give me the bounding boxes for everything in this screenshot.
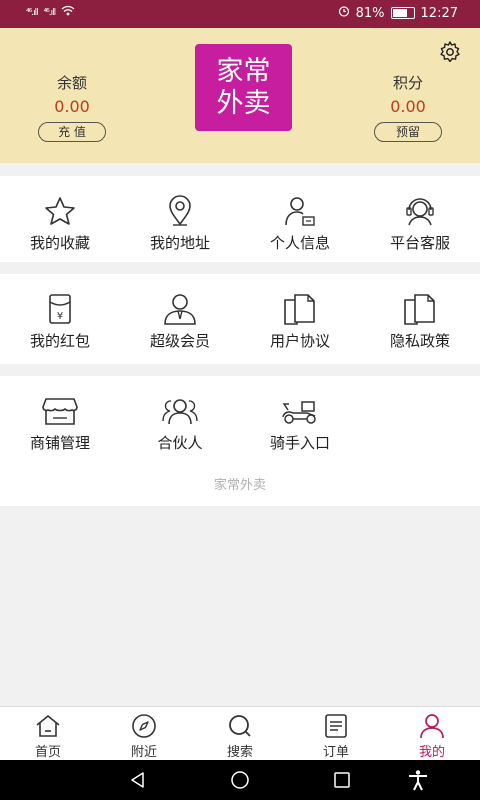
footer-brand-note: 家常外卖 (213, 478, 266, 493)
menu-item-label: 超级会员 (149, 332, 210, 350)
tab-label: 附近 (130, 745, 157, 760)
headset-icon (360, 194, 480, 228)
menu-item-label: 个人信息 (269, 234, 330, 252)
system-nav-bar (0, 760, 480, 800)
back-icon[interactable] (126, 769, 150, 791)
accessibility-icon[interactable] (406, 769, 430, 791)
menu-item-label: 商铺管理 (29, 434, 90, 452)
menu-item-label: 我的收藏 (29, 234, 90, 252)
profile-icon (384, 713, 480, 739)
compass-icon (96, 713, 192, 739)
wifi-icon (61, 5, 75, 20)
menu-item-personal-info[interactable]: 个人信息 (240, 194, 360, 253)
recents-square-icon[interactable] (330, 769, 354, 791)
document-icon (240, 292, 360, 326)
status-bar: ⁴⁶.ıll ⁴⁶.ıll 81% 12:27 (0, 0, 480, 28)
svg-text:¥: ¥ (57, 311, 63, 322)
menu-item-user-agreement[interactable]: 用户协议 (240, 292, 360, 351)
tab-label: 首页 (34, 745, 61, 760)
bottom-tab-bar: 首页 附近 搜索 订单 我的 (0, 706, 480, 761)
vip-member-icon (120, 292, 240, 326)
points-value: 0.00 (390, 97, 426, 116)
menu-item-label: 我的红包 (29, 332, 90, 350)
location-pin-icon (120, 194, 240, 228)
menu-section-1: 我的收藏 我的地址 个人信息 平台客服 (0, 176, 480, 262)
menu-item-label: 骑手入口 (269, 434, 330, 452)
account-header: 余额 0.00 充 值 家常 外卖 积分 0.00 预留 (0, 28, 480, 163)
battery-icon (390, 7, 415, 19)
settings-gear-icon[interactable] (438, 40, 462, 64)
order-list-icon (288, 713, 384, 739)
menu-section-3: 商铺管理 合伙人 骑手入口 家常外卖 (0, 376, 480, 506)
logo-line-2: 外卖 (216, 87, 271, 119)
search-icon (192, 713, 288, 739)
recharge-button[interactable]: 充 值 (38, 122, 106, 142)
home-icon (0, 713, 96, 739)
balance-block: 余额 0.00 充 值 (17, 72, 127, 142)
reserve-button[interactable]: 预留 (374, 122, 442, 142)
user-card-icon (240, 194, 360, 228)
balance-value: 0.00 (54, 97, 90, 116)
document-icon (360, 292, 480, 326)
alarm-icon (338, 5, 350, 21)
menu-item-super-vip[interactable]: 超级会员 (120, 292, 240, 351)
tab-orders[interactable]: 订单 (288, 713, 384, 760)
menu-item-partner[interactable]: 合伙人 (120, 394, 240, 453)
partners-icon (120, 394, 240, 428)
tab-label: 搜索 (226, 745, 253, 760)
balance-label: 余额 (56, 74, 87, 92)
menu-item-label: 合伙人 (157, 434, 203, 452)
scooter-icon (240, 394, 360, 428)
tab-nearby[interactable]: 附近 (96, 713, 192, 760)
tab-label: 我的 (418, 745, 445, 760)
menu-section-2: ¥ 我的红包 超级会员 用户协议 隐私政策 (0, 274, 480, 364)
shop-icon (0, 394, 120, 428)
tab-home[interactable]: 首页 (0, 713, 96, 760)
battery-percent: 81% (355, 5, 385, 21)
menu-item-red-packet[interactable]: ¥ 我的红包 (0, 292, 120, 351)
points-block: 积分 0.00 预留 (353, 72, 463, 142)
menu-item-customer-service[interactable]: 平台客服 (360, 194, 480, 253)
menu-item-label: 平台客服 (389, 234, 450, 252)
tab-mine[interactable]: 我的 (384, 713, 480, 760)
menu-item-rider-entry[interactable]: 骑手入口 (240, 394, 360, 453)
menu-item-privacy-policy[interactable]: 隐私政策 (360, 292, 480, 351)
menu-item-favorites[interactable]: 我的收藏 (0, 194, 120, 253)
tab-label: 订单 (322, 745, 349, 760)
home-circle-icon[interactable] (228, 769, 252, 791)
red-packet-icon: ¥ (0, 292, 120, 326)
star-icon (0, 194, 120, 228)
signal-icon: ⁴⁶.ıll (43, 7, 57, 18)
logo-line-1: 家常 (216, 55, 271, 87)
menu-item-label: 我的地址 (149, 234, 210, 252)
clock: 12:27 (420, 5, 458, 21)
tab-search[interactable]: 搜索 (192, 713, 288, 760)
menu-item-label: 用户协议 (269, 332, 330, 350)
signal-icon: ⁴⁶.ıll (26, 7, 39, 18)
menu-item-address[interactable]: 我的地址 (120, 194, 240, 253)
app-logo: 家常 外卖 (195, 44, 292, 131)
menu-item-label: 隐私政策 (389, 332, 450, 350)
points-label: 积分 (392, 74, 423, 92)
menu-item-shop-management[interactable]: 商铺管理 (0, 394, 120, 453)
